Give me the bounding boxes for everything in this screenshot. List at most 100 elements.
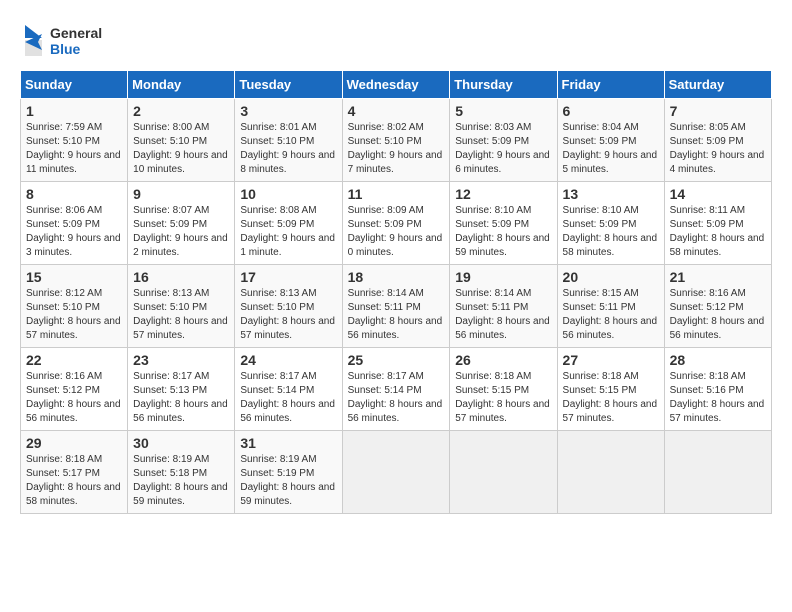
calendar-cell: 23Sunrise: 8:17 AMSunset: 5:13 PMDayligh… [128,348,235,431]
calendar-cell [342,431,450,514]
svg-text:Blue: Blue [50,41,81,57]
day-number: 2 [133,103,229,119]
calendar-week-1: 1 Sunrise: 7:59 AMSunset: 5:10 PMDaylight… [21,99,772,182]
calendar-cell: 22Sunrise: 8:16 AMSunset: 5:12 PMDayligh… [21,348,128,431]
day-info: Sunrise: 8:06 AMSunset: 5:09 PMDaylight:… [26,204,122,260]
weekday-header-thursday: Thursday [450,71,557,99]
day-number: 26 [455,352,551,368]
day-info: Sunrise: 8:12 AMSunset: 5:10 PMDaylight:… [26,287,122,343]
day-info: Sunrise: 8:17 AMSunset: 5:14 PMDaylight:… [348,370,445,426]
day-info: Sunrise: 8:07 AMSunset: 5:09 PMDaylight:… [133,204,229,260]
calendar-cell: 11 Sunrise: 8:09 AMSunset: 5:09 PMDayligh… [342,182,450,265]
day-number: 1 [26,103,122,119]
day-number: 12 [455,186,551,202]
day-info: Sunrise: 8:19 AMSunset: 5:18 PMDaylight:… [133,453,229,509]
day-info: Sunrise: 8:11 AMSunset: 5:09 PMDaylight:… [670,204,766,260]
calendar-cell [664,431,771,514]
day-number: 6 [563,103,659,119]
day-number: 9 [133,186,229,202]
calendar-cell: 17 Sunrise: 8:13 AMSunset: 5:10 PMDayligh… [235,265,342,348]
logo-svg: General Blue [20,20,110,60]
calendar-cell: 4 Sunrise: 8:02 AMSunset: 5:10 PMDaylight… [342,99,450,182]
weekday-header-sunday: Sunday [21,71,128,99]
day-number: 29 [26,435,122,451]
calendar-cell: 12 Sunrise: 8:10 AMSunset: 5:09 PMDayligh… [450,182,557,265]
day-info: Sunrise: 8:00 AMSunset: 5:10 PMDaylight:… [133,121,229,177]
day-number: 8 [26,186,122,202]
calendar-cell: 24 Sunrise: 8:17 AMSunset: 5:14 PMDayligh… [235,348,342,431]
calendar-cell: 16Sunrise: 8:13 AMSunset: 5:10 PMDayligh… [128,265,235,348]
day-info: Sunrise: 8:16 AMSunset: 5:12 PMDaylight:… [26,370,122,426]
calendar-cell: 10 Sunrise: 8:08 AMSunset: 5:09 PMDayligh… [235,182,342,265]
day-number: 21 [670,269,766,285]
svg-text:General: General [50,25,102,41]
day-info: Sunrise: 8:17 AMSunset: 5:14 PMDaylight:… [240,370,336,426]
calendar-cell: 29 Sunrise: 8:18 AMSunset: 5:17 PMDayligh… [21,431,128,514]
calendar-cell: 2 Sunrise: 8:00 AMSunset: 5:10 PMDaylight… [128,99,235,182]
day-number: 30 [133,435,229,451]
day-number: 27 [563,352,659,368]
day-info: Sunrise: 8:13 AMSunset: 5:10 PMDaylight:… [240,287,336,343]
calendar-cell [557,431,664,514]
calendar-cell: 13Sunrise: 8:10 AMSunset: 5:09 PMDayligh… [557,182,664,265]
day-number: 4 [348,103,445,119]
day-info: Sunrise: 8:14 AMSunset: 5:11 PMDaylight:… [455,287,551,343]
day-number: 28 [670,352,766,368]
calendar-week-4: 22Sunrise: 8:16 AMSunset: 5:12 PMDayligh… [21,348,772,431]
day-info: Sunrise: 8:02 AMSunset: 5:10 PMDaylight:… [348,121,445,177]
calendar-cell: 7Sunrise: 8:05 AMSunset: 5:09 PMDaylight… [664,99,771,182]
calendar-cell: 26Sunrise: 8:18 AMSunset: 5:15 PMDayligh… [450,348,557,431]
day-info: Sunrise: 8:15 AMSunset: 5:11 PMDaylight:… [563,287,659,343]
calendar-cell: 6 Sunrise: 8:04 AMSunset: 5:09 PMDaylight… [557,99,664,182]
weekday-header-wednesday: Wednesday [342,71,450,99]
day-number: 10 [240,186,336,202]
day-number: 19 [455,269,551,285]
day-info: Sunrise: 8:04 AMSunset: 5:09 PMDaylight:… [563,121,659,177]
day-number: 15 [26,269,122,285]
calendar-cell: 5 Sunrise: 8:03 AMSunset: 5:09 PMDaylight… [450,99,557,182]
day-info: Sunrise: 8:18 AMSunset: 5:15 PMDaylight:… [563,370,659,426]
calendar-cell: 8 Sunrise: 8:06 AMSunset: 5:09 PMDaylight… [21,182,128,265]
day-number: 20 [563,269,659,285]
day-number: 24 [240,352,336,368]
day-info: Sunrise: 8:18 AMSunset: 5:17 PMDaylight:… [26,453,122,509]
weekday-header-monday: Monday [128,71,235,99]
day-info: Sunrise: 8:10 AMSunset: 5:09 PMDaylight:… [455,204,551,260]
day-info: Sunrise: 8:18 AMSunset: 5:16 PMDaylight:… [670,370,766,426]
calendar-cell: 19 Sunrise: 8:14 AMSunset: 5:11 PMDayligh… [450,265,557,348]
calendar-cell: 21 Sunrise: 8:16 AMSunset: 5:12 PMDayligh… [664,265,771,348]
day-number: 25 [348,352,445,368]
day-number: 3 [240,103,336,119]
day-number: 5 [455,103,551,119]
day-number: 14 [670,186,766,202]
calendar-cell: 30 Sunrise: 8:19 AMSunset: 5:18 PMDayligh… [128,431,235,514]
day-info: Sunrise: 8:01 AMSunset: 5:10 PMDaylight:… [240,121,336,177]
day-number: 23 [133,352,229,368]
page-header: General Blue [20,20,772,60]
day-number: 18 [348,269,445,285]
calendar-week-2: 8 Sunrise: 8:06 AMSunset: 5:09 PMDaylight… [21,182,772,265]
day-info: Sunrise: 8:09 AMSunset: 5:09 PMDaylight:… [348,204,445,260]
day-info: Sunrise: 8:16 AMSunset: 5:12 PMDaylight:… [670,287,766,343]
day-info: Sunrise: 8:13 AMSunset: 5:10 PMDaylight:… [133,287,229,343]
day-number: 17 [240,269,336,285]
weekday-header-tuesday: Tuesday [235,71,342,99]
calendar-cell: 20 Sunrise: 8:15 AMSunset: 5:11 PMDayligh… [557,265,664,348]
calendar-cell: 25 Sunrise: 8:17 AMSunset: 5:14 PMDayligh… [342,348,450,431]
day-info: Sunrise: 8:03 AMSunset: 5:09 PMDaylight:… [455,121,551,177]
calendar-cell: 28 Sunrise: 8:18 AMSunset: 5:16 PMDayligh… [664,348,771,431]
day-info: Sunrise: 7:59 AMSunset: 5:10 PMDaylight:… [26,121,122,177]
calendar-cell [450,431,557,514]
weekday-header-saturday: Saturday [664,71,771,99]
calendar-cell: 18Sunrise: 8:14 AMSunset: 5:11 PMDayligh… [342,265,450,348]
calendar-week-5: 29 Sunrise: 8:18 AMSunset: 5:17 PMDayligh… [21,431,772,514]
day-info: Sunrise: 8:19 AMSunset: 5:19 PMDaylight:… [240,453,336,509]
weekday-header-friday: Friday [557,71,664,99]
logo: General Blue [20,20,110,60]
day-info: Sunrise: 8:10 AMSunset: 5:09 PMDaylight:… [563,204,659,260]
day-info: Sunrise: 8:08 AMSunset: 5:09 PMDaylight:… [240,204,336,260]
calendar-cell: 31Sunrise: 8:19 AMSunset: 5:19 PMDayligh… [235,431,342,514]
calendar-week-3: 15 Sunrise: 8:12 AMSunset: 5:10 PMDayligh… [21,265,772,348]
calendar-cell: 15 Sunrise: 8:12 AMSunset: 5:10 PMDayligh… [21,265,128,348]
day-number: 11 [348,186,445,202]
